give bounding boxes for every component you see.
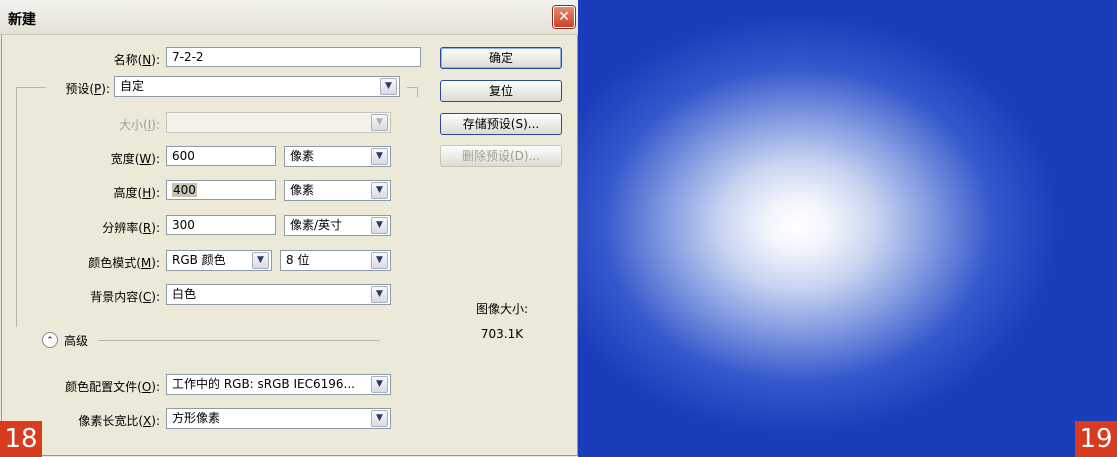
color-mode-select[interactable]: RGB 颜色 ▼	[166, 250, 272, 271]
ok-button[interactable]: 确定	[440, 47, 562, 69]
new-document-dialog: 新建 ✕ 名称(N): 7-2-2 预设(P): 自定 ▼ 大小(I): ▼ 宽度…	[0, 0, 578, 457]
chevron-down-icon: ▼	[371, 286, 388, 303]
save-preset-button[interactable]: 存储预设(S)...	[440, 113, 562, 135]
advanced-label: 高级	[64, 334, 89, 348]
width-input[interactable]: 600	[166, 146, 276, 166]
chevron-down-icon: ▼	[371, 217, 388, 234]
background-label: 背景内容(C):	[90, 290, 160, 304]
color-profile-select[interactable]: 工作中的 RGB: sRGB IEC6196... ▼	[166, 374, 391, 395]
resolution-label: 分辨率(R):	[102, 221, 160, 235]
preset-select[interactable]: 自定 ▼	[114, 76, 400, 97]
delete-preset-button: 删除预设(D)...	[440, 145, 562, 167]
dialog-titlebar: 新建 ✕	[0, 0, 578, 35]
chevron-down-icon: ▼	[371, 148, 388, 165]
image-size-label: 图像大小:	[475, 302, 529, 316]
close-icon[interactable]: ✕	[553, 6, 575, 28]
chevron-down-icon: ▼	[371, 114, 388, 131]
bit-depth-select[interactable]: 8 位 ▼	[280, 250, 391, 271]
gradient-preview: 19	[578, 0, 1117, 457]
group-line	[407, 87, 417, 88]
height-unit-select[interactable]: 像素 ▼	[284, 180, 391, 201]
dialog-title: 新建	[8, 12, 36, 28]
chevron-down-icon: ▼	[371, 252, 388, 269]
background-select[interactable]: 白色 ▼	[166, 284, 391, 305]
double-chevron-up-icon[interactable]: ⌃	[42, 332, 58, 348]
chevron-down-icon: ▼	[380, 78, 397, 95]
name-label: 名称(N):	[113, 53, 160, 67]
size-label: 大小(I):	[119, 118, 160, 132]
width-unit-select[interactable]: 像素 ▼	[284, 146, 391, 167]
chevron-down-icon: ▼	[371, 410, 388, 427]
color-mode-label: 颜色模式(M):	[88, 256, 160, 270]
width-label: 宽度(W):	[110, 152, 160, 166]
height-input[interactable]: 400	[166, 180, 276, 200]
group-line	[417, 87, 418, 97]
advanced-divider	[98, 340, 380, 341]
height-label: 高度(H):	[113, 186, 160, 200]
chevron-down-icon: ▼	[371, 376, 388, 393]
reset-button[interactable]: 复位	[440, 80, 562, 102]
size-select: ▼	[166, 112, 391, 133]
color-profile-label: 颜色配置文件(O):	[65, 380, 160, 394]
slide-number-badge: 18	[0, 421, 42, 457]
chevron-down-icon: ▼	[252, 252, 269, 269]
image-size-value: 703.1K	[480, 327, 524, 341]
pixel-aspect-select[interactable]: 方形像素 ▼	[166, 408, 391, 429]
chevron-down-icon: ▼	[371, 182, 388, 199]
preset-label: 预设(P):	[65, 82, 110, 96]
resolution-input[interactable]: 300	[166, 215, 276, 235]
resolution-unit-select[interactable]: 像素/英寸 ▼	[284, 215, 391, 236]
slide-number-badge: 19	[1075, 421, 1117, 457]
name-input[interactable]: 7-2-2	[166, 47, 421, 67]
group-line	[16, 87, 17, 327]
